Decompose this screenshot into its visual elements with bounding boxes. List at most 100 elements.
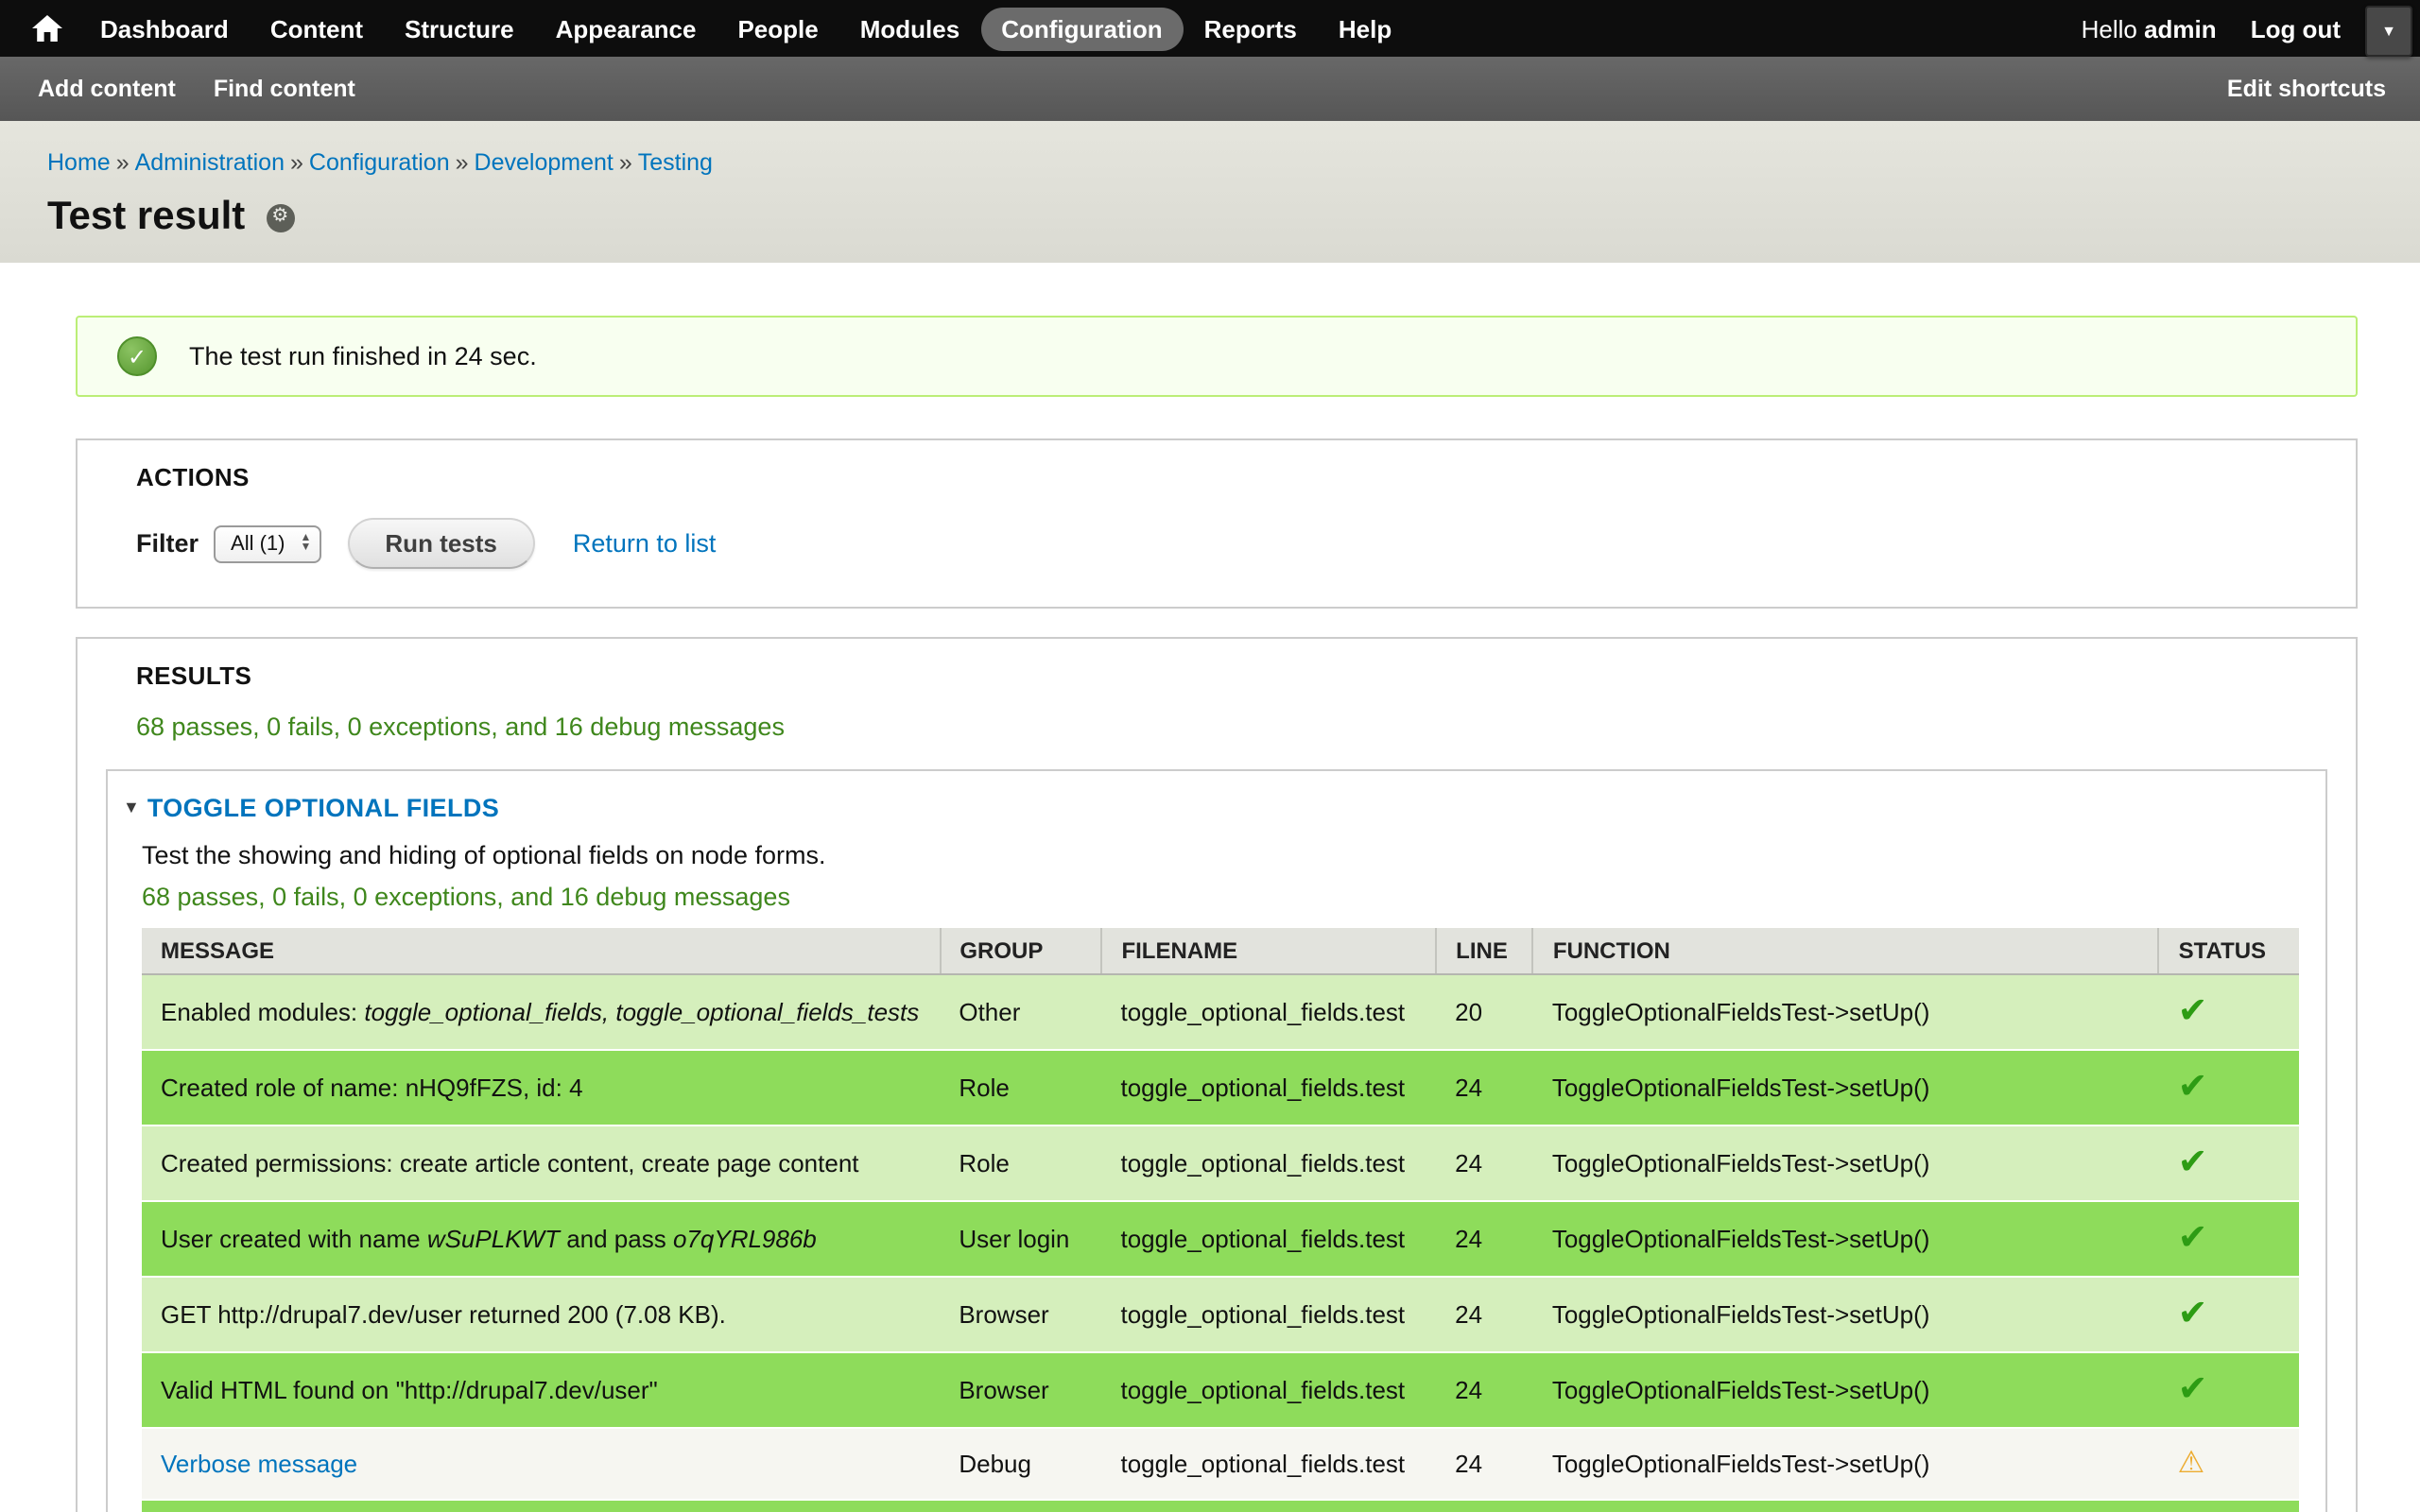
table-row: Created permissions: create article cont… xyxy=(142,1125,2299,1201)
results-legend: RESULTS xyxy=(136,662,2327,692)
toolbar-user-area: Hello admin Log out xyxy=(2082,14,2341,43)
message-text: and pass xyxy=(560,1225,673,1253)
table-row: User created with name wSuPLKWT and pass… xyxy=(142,1201,2299,1277)
filter-select[interactable]: All (1) ▲▼ xyxy=(214,524,320,562)
filename-cell: toggle_optional_fields.test xyxy=(1101,1277,1436,1352)
check-icon: ✓ xyxy=(128,345,147,368)
actions-fieldset: ACTIONS Filter All (1) ▲▼ Run tests Retu… xyxy=(76,438,2358,609)
column-header-message: MESSAGE xyxy=(142,928,940,974)
line-cell: 24 xyxy=(1436,1201,1533,1277)
breadcrumb-link-home[interactable]: Home xyxy=(47,149,111,176)
test-group-title-link[interactable]: TOGGLE OPTIONAL FIELDS xyxy=(147,794,499,822)
group-cell: Debug xyxy=(940,1428,1101,1500)
group-cell: Role xyxy=(940,1125,1101,1201)
pass-check-icon: ✔ xyxy=(2178,1068,2208,1108)
column-header-line: LINE xyxy=(1436,928,1533,974)
page: DashboardContentStructureAppearancePeopl… xyxy=(0,0,2420,1512)
toolbar-item-content[interactable]: Content xyxy=(250,7,384,50)
status-cell: ⚠ xyxy=(2159,1428,2299,1500)
select-stepper-icon: ▲▼ xyxy=(301,535,312,552)
filter-row: Filter All (1) ▲▼ Run tests Return to li… xyxy=(136,518,2327,569)
username: admin xyxy=(2144,14,2217,43)
filter-select-value: All (1) xyxy=(231,532,285,555)
shortcut-item-add-content[interactable]: Add content xyxy=(19,76,195,102)
filename-cell: toggle_optional_fields.test xyxy=(1101,1352,1436,1428)
toolbar-menu: DashboardContentStructureAppearancePeopl… xyxy=(79,7,1412,50)
message-text: Valid HTML found on "http://drupal7.dev/… xyxy=(161,1376,658,1404)
function-cell: ToggleOptionalFieldsTest->setUp() xyxy=(1533,1277,2159,1352)
toolbar-item-dashboard[interactable]: Dashboard xyxy=(79,7,250,50)
message-cell: Valid HTML found on "http://drupal7.dev/… xyxy=(142,1352,940,1428)
shortcut-bar: Add contentFind content Edit shortcuts xyxy=(0,57,2420,121)
logout-link[interactable]: Log out xyxy=(2251,14,2341,43)
line-cell: 24 xyxy=(1436,1428,1533,1500)
message-text: toggle_optional_fields, toggle_optional_… xyxy=(364,998,919,1026)
gear-icon: ⚙ xyxy=(271,208,288,227)
function-cell: ToggleOptionalFieldsTest->setUp() xyxy=(1533,1201,2159,1277)
filename-cell: toggle_optional_fields.test xyxy=(1101,974,1436,1050)
test-group-summary: 68 passes, 0 fails, 0 exceptions, and 16… xyxy=(142,883,2299,913)
toolbar-item-configuration[interactable]: Configuration xyxy=(980,7,1183,50)
toolbar-toggle-button[interactable]: ▼ xyxy=(2365,6,2412,57)
verbose-message-link[interactable]: Verbose message xyxy=(161,1450,357,1478)
table-row: GET http://drupal7.dev/user returned 200… xyxy=(142,1277,2299,1352)
message-text: Created role of name: nHQ9fFZS, id: 4 xyxy=(161,1074,583,1102)
results-fieldset: RESULTS 68 passes, 0 fails, 0 exceptions… xyxy=(76,637,2358,1512)
group-cell: Other xyxy=(940,974,1101,1050)
pass-check-icon: ✔ xyxy=(2178,1143,2208,1183)
status-cell: ✔ xyxy=(2159,1201,2299,1277)
group-cell: Browser xyxy=(940,1277,1101,1352)
group-cell: Browser xyxy=(940,1352,1101,1428)
function-cell: ToggleOptionalFieldsTest->setUp() xyxy=(1533,1352,2159,1428)
breadcrumb-link-administration[interactable]: Administration xyxy=(135,149,285,176)
line-cell: 24 xyxy=(1436,1050,1533,1125)
breadcrumb-separator: » xyxy=(111,149,135,176)
title-row: Test result ⚙ xyxy=(47,195,2358,240)
status-cell: ✔ xyxy=(2159,1277,2299,1352)
message-cell: Created permissions: create article cont… xyxy=(142,1125,940,1201)
function-cell: ToggleOptionalFieldsTest->setUp() xyxy=(1533,1125,2159,1201)
pass-check-icon: ✔ xyxy=(2178,1219,2208,1259)
contextual-gear-icon[interactable]: ⚙ xyxy=(266,203,294,232)
toolbar-item-people[interactable]: People xyxy=(717,7,838,50)
function-cell: ToggleOptionalFieldsTest->setUp() xyxy=(1533,974,2159,1050)
status-cell: ✔ xyxy=(2159,974,2299,1050)
results-table-head-row: MESSAGEGROUPFILENAMELINEFUNCTIONSTATUS xyxy=(142,928,2299,974)
toolbar-item-help[interactable]: Help xyxy=(1318,7,1412,50)
toolbar-item-structure[interactable]: Structure xyxy=(384,7,535,50)
message-text: o7qYRL986b xyxy=(673,1225,817,1253)
return-to-list-link[interactable]: Return to list xyxy=(573,529,717,558)
table-row: Verbose messageDebugtoggle_optional_fiel… xyxy=(142,1428,2299,1500)
toolbar-item-modules[interactable]: Modules xyxy=(839,7,980,50)
test-group-description: Test the showing and hiding of optional … xyxy=(142,841,2299,871)
breadcrumb-link-configuration[interactable]: Configuration xyxy=(309,149,450,176)
toolbar-item-reports[interactable]: Reports xyxy=(1184,7,1318,50)
edit-shortcuts-link[interactable]: Edit shortcuts xyxy=(2227,76,2401,102)
run-tests-button[interactable]: Run tests xyxy=(347,518,534,569)
toolbar-item-appearance[interactable]: Appearance xyxy=(535,7,717,50)
filter-label: Filter xyxy=(136,529,199,558)
line-cell: 24 xyxy=(1436,1277,1533,1352)
breadcrumb-link-development[interactable]: Development xyxy=(475,149,614,176)
line-cell: 24 xyxy=(1436,1125,1533,1201)
status-message: ✓ The test run finished in 24 sec. xyxy=(76,316,2358,397)
pass-check-icon: ✔ xyxy=(2178,1295,2208,1334)
status-cell: ✔ xyxy=(2159,1050,2299,1125)
home-icon[interactable] xyxy=(15,15,79,42)
admin-toolbar: DashboardContentStructureAppearancePeopl… xyxy=(0,0,2420,57)
shortcut-item-find-content[interactable]: Find content xyxy=(195,76,374,102)
column-header-function: FUNCTION xyxy=(1533,928,2159,974)
breadcrumb-link-testing[interactable]: Testing xyxy=(638,149,713,176)
filename-cell: toggle_optional_fields.test xyxy=(1101,1125,1436,1201)
table-row: Enabled modules: toggle_optional_fields,… xyxy=(142,974,2299,1050)
breadcrumb-separator: » xyxy=(450,149,475,176)
results-summary: 68 passes, 0 fails, 0 exceptions, and 16… xyxy=(136,713,2327,743)
message-text: Created permissions: create article cont… xyxy=(161,1149,859,1177)
page-title: Test result xyxy=(47,195,245,240)
test-group-legend: ▼ TOGGLE OPTIONAL FIELDS xyxy=(123,794,2299,822)
message-cell: Enabled modules: toggle_optional_fields,… xyxy=(142,974,940,1050)
message-cell: GET http://drupal7.dev/user returned 200… xyxy=(142,1277,940,1352)
column-header-status: STATUS xyxy=(2159,928,2299,974)
pass-check-icon: ✔ xyxy=(2178,1370,2208,1410)
filename-cell: toggle_optional_fields.test xyxy=(1101,1201,1436,1277)
